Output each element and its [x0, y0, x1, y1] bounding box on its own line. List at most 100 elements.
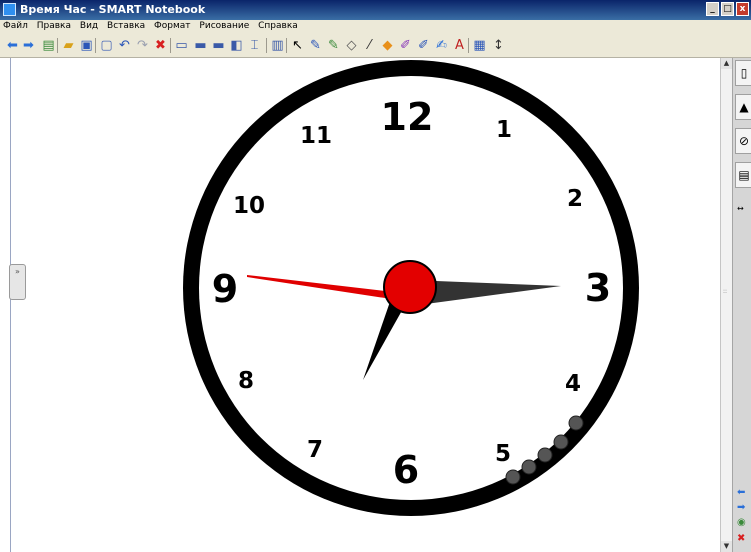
- menu-file[interactable]: Файл: [0, 20, 31, 31]
- add-page-icon: ▤: [42, 38, 55, 53]
- open-folder-icon: ▰: [63, 38, 74, 53]
- dual-page-icon: ▬: [212, 38, 225, 53]
- line-icon: ⁄: [368, 38, 371, 53]
- menu-format[interactable]: Формат: [151, 20, 194, 31]
- screen-shade-icon: ▭: [175, 38, 188, 53]
- page-sorter-tab[interactable]: ▯: [735, 60, 751, 86]
- menu-insert[interactable]: Вставка: [104, 20, 148, 31]
- select-pointer-button[interactable]: ↖: [289, 37, 306, 54]
- capture-icon: ◧: [230, 38, 243, 53]
- properties-icon: ▦: [473, 38, 486, 53]
- forward-arrow-button[interactable]: ➡: [20, 37, 37, 54]
- redo-button[interactable]: ↷: [134, 37, 151, 54]
- scroll-up-button[interactable]: ▲: [721, 58, 732, 69]
- magic-pen-icon: ✐: [418, 38, 429, 53]
- screen-shade-button[interactable]: ▭: [173, 37, 190, 54]
- attachments-tab[interactable]: ⊘: [735, 128, 751, 154]
- toolbar-separator: [266, 38, 267, 53]
- document-camera-button[interactable]: ⌶: [246, 37, 263, 54]
- paste-icon: ▢: [100, 38, 113, 53]
- delete-icon: ✖: [155, 38, 166, 53]
- save-icon: ▣: [80, 38, 93, 53]
- document-camera-icon: ⌶: [250, 38, 259, 53]
- vertical-scrollbar[interactable]: ▲ :: ▼: [720, 58, 732, 552]
- clock-number-7: 7: [307, 437, 323, 463]
- clock-number-10: 10: [233, 193, 265, 219]
- eraser-icon: ◇: [346, 38, 357, 53]
- add-page-button[interactable]: ▤: [40, 37, 57, 54]
- table-button[interactable]: ▥: [269, 37, 286, 54]
- clock-number-2: 2: [567, 186, 583, 212]
- full-screen-icon: ▬: [194, 38, 207, 53]
- undo-icon: ↶: [119, 38, 130, 53]
- expand-handle-icon: »: [15, 267, 20, 276]
- magic-pen-button[interactable]: ✐: [415, 37, 432, 54]
- notebook-page[interactable]: 12 1 2 3 4 5 6 7 8 9 10 11: [10, 58, 732, 552]
- clock[interactable]: 12 1 2 3 4 5 6 7 8 9 10 11: [11, 58, 732, 552]
- center-cap: [383, 260, 437, 314]
- undo-button[interactable]: ↶: [116, 37, 133, 54]
- clock-number-9: 9: [212, 267, 238, 311]
- dual-page-button[interactable]: ▬: [210, 37, 227, 54]
- table-icon: ▥: [271, 38, 284, 53]
- page-sorter-tab-icon: ▯: [740, 66, 748, 80]
- clock-number-4: 4: [565, 371, 581, 397]
- scroll-down-button[interactable]: ▼: [721, 541, 732, 552]
- open-folder-button[interactable]: ▰: [60, 37, 77, 54]
- capture-button[interactable]: ◧: [228, 37, 245, 54]
- forward-arrow-icon: ➡: [23, 38, 34, 53]
- toolbar-separator: [95, 38, 96, 53]
- recognition-pen-button[interactable]: ✍: [433, 37, 450, 54]
- maximize-button[interactable]: □: [721, 2, 734, 16]
- window-title: Время Час - SMART Notebook: [20, 3, 206, 16]
- add-page-icon[interactable]: ◉: [737, 518, 746, 528]
- menu-bar: Файл Правка Вид Вставка Формат Рисование…: [0, 20, 751, 34]
- next-page-icon[interactable]: ➡: [737, 503, 745, 513]
- properties-tab[interactable]: ▤: [735, 162, 751, 188]
- toolbar-move-button[interactable]: ↕: [490, 37, 507, 54]
- shapes-icon: ◆: [382, 38, 393, 53]
- properties-button[interactable]: ▦: [471, 37, 488, 54]
- clock-number-5: 5: [495, 441, 511, 467]
- pen-button[interactable]: ✎: [307, 37, 324, 54]
- back-arrow-button[interactable]: ⬅: [4, 37, 21, 54]
- creative-pen-icon: ✎: [328, 38, 339, 53]
- previous-page-icon[interactable]: ⬅: [737, 488, 745, 498]
- save-button[interactable]: ▣: [78, 37, 95, 54]
- menu-edit[interactable]: Правка: [34, 20, 74, 31]
- minimize-button[interactable]: _: [706, 2, 719, 16]
- delete-page-icon[interactable]: ✖: [737, 534, 745, 544]
- title-bar: Время Час - SMART Notebook _ □ x: [0, 0, 751, 20]
- toolbar: ⬅ ➡ ▤ ▰ ▣ ▢ ↶ ↷ ✖ ▭ ▬ ▬ ◧ ⌶ ▥ ↖ ✎ ✎ ◇ ⁄ ◆ ✐ ✐ ✍ A ▦ ↕: [0, 34, 751, 58]
- creative-pen-button[interactable]: ✎: [325, 37, 342, 54]
- fill-icon: ✐: [400, 38, 411, 53]
- side-handle[interactable]: »: [9, 264, 26, 300]
- text-icon: A: [455, 38, 464, 53]
- delete-button[interactable]: ✖: [152, 37, 169, 54]
- eraser-button[interactable]: ◇: [343, 37, 360, 54]
- side-panel: ▯ ▲ ⊘ ▤ ↔ ⬅ ➡ ◉ ✖: [732, 58, 751, 552]
- line-button[interactable]: ⁄: [361, 37, 378, 54]
- toolbar-move-icon: ↕: [493, 38, 504, 53]
- toolbar-separator: [170, 38, 171, 53]
- clock-number-12: 12: [381, 95, 434, 139]
- gallery-tab[interactable]: ▲: [735, 94, 751, 120]
- fill-button[interactable]: ✐: [397, 37, 414, 54]
- redo-icon: ↷: [137, 38, 148, 53]
- close-button[interactable]: x: [736, 2, 749, 16]
- gallery-tab-icon: ▲: [739, 100, 749, 114]
- clock-number-11: 11: [300, 123, 332, 149]
- back-arrow-icon: ⬅: [7, 38, 18, 53]
- properties-tab-icon: ▤: [738, 168, 750, 182]
- shapes-button[interactable]: ◆: [379, 37, 396, 54]
- text-button[interactable]: A: [451, 37, 468, 54]
- paste-button[interactable]: ▢: [98, 37, 115, 54]
- menu-draw[interactable]: Рисование: [196, 20, 252, 31]
- toolbar-separator: [468, 38, 469, 53]
- menu-view[interactable]: Вид: [77, 20, 101, 31]
- menu-help[interactable]: Справка: [255, 20, 301, 31]
- select-pointer-icon: ↖: [292, 38, 303, 53]
- full-screen-button[interactable]: ▬: [192, 37, 209, 54]
- smart-notebook-app-icon: [3, 3, 16, 16]
- panel-resize-icon[interactable]: ↔: [737, 204, 744, 214]
